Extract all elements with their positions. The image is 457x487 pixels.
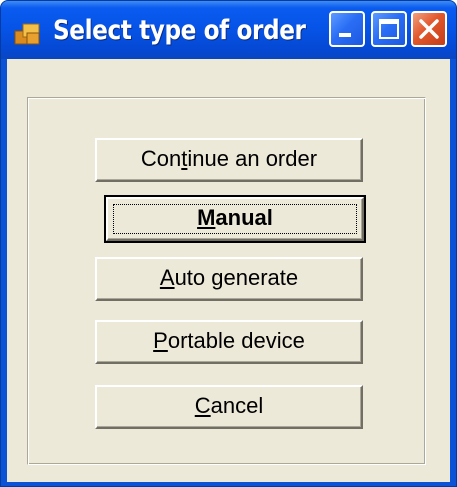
cancel-label-post: ancel bbox=[210, 393, 264, 418]
minimize-icon bbox=[339, 33, 351, 37]
manual-label-post: anual bbox=[215, 205, 273, 230]
close-icon bbox=[419, 19, 439, 39]
close-button[interactable] bbox=[411, 11, 447, 47]
maximize-icon bbox=[379, 19, 399, 39]
manual-button[interactable]: Manual bbox=[104, 195, 366, 243]
portable-device-accesskey: P bbox=[153, 328, 168, 353]
portable-device-label-post: ortable device bbox=[167, 328, 305, 353]
cancel-accesskey: C bbox=[194, 393, 211, 418]
app-icon bbox=[14, 23, 40, 45]
auto-generate-accesskey: A bbox=[159, 265, 175, 290]
auto-generate-label-post: uto generate bbox=[174, 265, 299, 290]
minimize-button[interactable] bbox=[329, 11, 365, 47]
maximize-button[interactable] bbox=[371, 11, 407, 47]
window-title: Select type of order bbox=[53, 15, 306, 46]
continue-order-label-pre: Con bbox=[140, 146, 182, 171]
continue-order-button[interactable]: Continue an order bbox=[95, 138, 363, 182]
manual-accesskey: M bbox=[197, 205, 216, 230]
title-bar[interactable]: Select type of order bbox=[1, 1, 456, 59]
continue-order-label-post: inue an order bbox=[187, 146, 318, 171]
dialog-client-area: Continue an order Manual Auto generate P… bbox=[7, 59, 450, 482]
portable-device-button[interactable]: Portable device bbox=[95, 320, 363, 364]
auto-generate-button[interactable]: Auto generate bbox=[95, 257, 363, 301]
dialog-window: Select type of order Continue an order M… bbox=[0, 0, 457, 487]
cancel-button[interactable]: Cancel bbox=[95, 385, 363, 429]
